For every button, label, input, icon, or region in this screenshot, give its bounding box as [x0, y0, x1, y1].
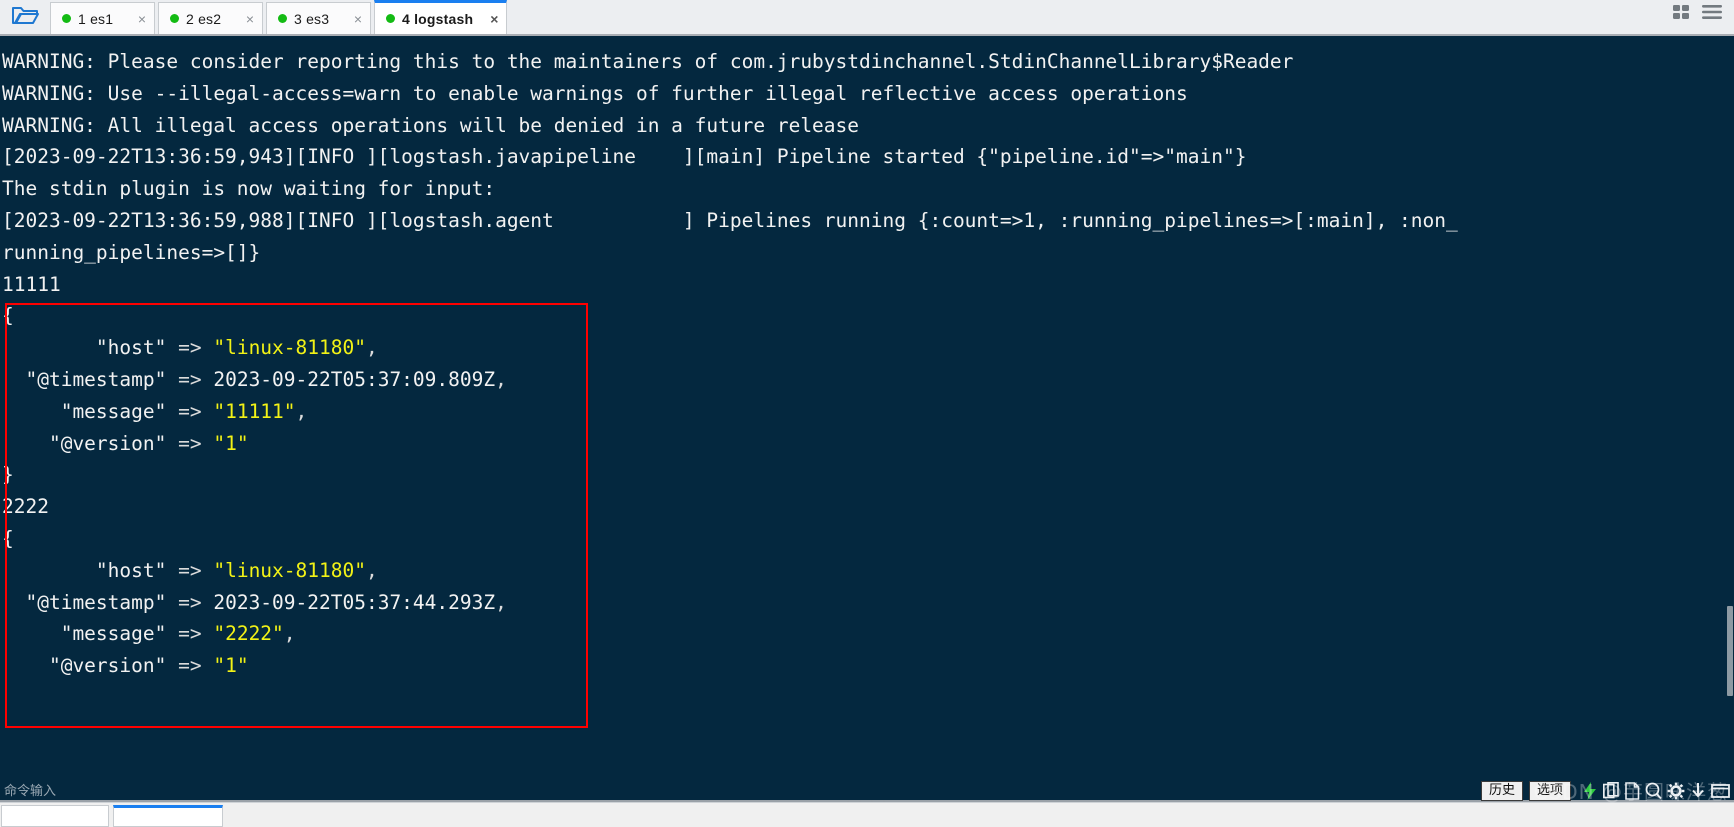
terminal-line: {	[2, 526, 14, 550]
close-icon[interactable]: ×	[344, 12, 362, 26]
scrollbar-thumb[interactable]	[1727, 606, 1733, 696]
terminal-scrollbar[interactable]	[1726, 38, 1734, 784]
command-bar-actions: 历史 选项	[1480, 781, 1734, 801]
tab-bar-actions	[1673, 0, 1734, 34]
terminal-line: [2023-09-22T13:36:59,988][INFO ][logstas…	[2, 208, 1458, 232]
tray-icons	[1577, 782, 1730, 800]
terminal-line: [2023-09-22T13:36:59,943][INFO ][logstas…	[2, 145, 1247, 169]
search-icon[interactable]	[1645, 782, 1662, 800]
hamburger-menu-icon[interactable]	[1702, 4, 1722, 25]
status-dot-icon	[62, 14, 71, 23]
tab-bar: 1 es1 × 2 es2 × 3 es3 × 4 logstash ×	[0, 0, 1734, 36]
terminal-field-line: "message" => "11111",	[2, 399, 308, 423]
status-dot-icon	[278, 14, 287, 23]
tab-label: 2 es2	[186, 10, 222, 27]
terminal-field-line: "message" => "2222",	[2, 622, 296, 646]
terminal-line: running_pipelines=>[]}	[2, 240, 261, 264]
status-dot-icon	[170, 14, 179, 23]
tab-list: 1 es1 × 2 es2 × 3 es3 × 4 logstash ×	[50, 0, 510, 34]
history-button[interactable]: 历史	[1480, 781, 1523, 801]
bottom-tab-1[interactable]	[1, 805, 109, 827]
terminal-field-line: "host" => "linux-81180",	[2, 336, 378, 360]
tab-label: 4 logstash	[402, 10, 474, 27]
tab-es1[interactable]: 1 es1 ×	[50, 2, 155, 34]
terminal-field-line: "@version" => "1"	[2, 431, 249, 455]
window-icon[interactable]	[1711, 783, 1730, 799]
folder-open-button[interactable]	[0, 0, 50, 34]
download-icon[interactable]	[1690, 782, 1706, 800]
terminal-line: WARNING: Use --illegal-access=warn to en…	[2, 81, 1188, 105]
lightning-bolt-icon[interactable]	[1583, 782, 1598, 800]
terminal-line: WARNING: Please consider reporting this …	[2, 50, 1294, 73]
close-icon[interactable]: ×	[128, 12, 146, 26]
clipboard-copy-icon[interactable]	[1603, 782, 1620, 800]
bottom-bar: · · · ·	[0, 793, 1734, 827]
tab-es3[interactable]: 3 es3 ×	[266, 2, 371, 34]
tab-label: 1 es1	[78, 10, 114, 27]
document-icon[interactable]	[1625, 782, 1640, 800]
bottom-tab-2[interactable]	[113, 805, 223, 827]
gear-icon[interactable]	[1667, 782, 1685, 800]
status-dot-icon	[386, 14, 395, 23]
tab-label: 3 es3	[294, 10, 330, 27]
terminal-field-line: "host" => "linux-81180",	[2, 558, 378, 582]
folder-open-icon	[11, 4, 39, 31]
terminal-field-line: "@timestamp" => 2023-09-22T05:37:09.809Z…	[2, 367, 507, 391]
terminal-field-line: "@timestamp" => 2023-09-22T05:37:44.293Z…	[2, 590, 507, 614]
terminal-line: {	[2, 304, 14, 328]
options-button[interactable]: 选项	[1528, 781, 1571, 801]
terminal-line: The stdin plugin is now waiting for inpu…	[2, 177, 496, 201]
close-icon[interactable]: ×	[480, 12, 498, 26]
tab-es2[interactable]: 2 es2 ×	[158, 2, 263, 34]
terminal-output[interactable]: WARNING: Please consider reporting this …	[0, 38, 1734, 784]
terminal-echo-line: 2222	[2, 495, 49, 519]
close-icon[interactable]: ×	[236, 12, 254, 26]
terminal-field-line: "@version" => "1"	[2, 654, 249, 678]
terminal-echo-line: 11111	[2, 272, 61, 296]
resize-handle[interactable]: · · · ·	[846, 793, 888, 808]
terminal-text: WARNING: Please consider reporting this …	[0, 38, 1734, 682]
terminal-line: WARNING: All illegal access operations w…	[2, 113, 860, 137]
tab-logstash[interactable]: 4 logstash ×	[374, 0, 508, 34]
grid-view-icon[interactable]	[1673, 4, 1691, 25]
terminal-line: }	[2, 463, 14, 487]
command-input[interactable]	[0, 782, 1280, 800]
